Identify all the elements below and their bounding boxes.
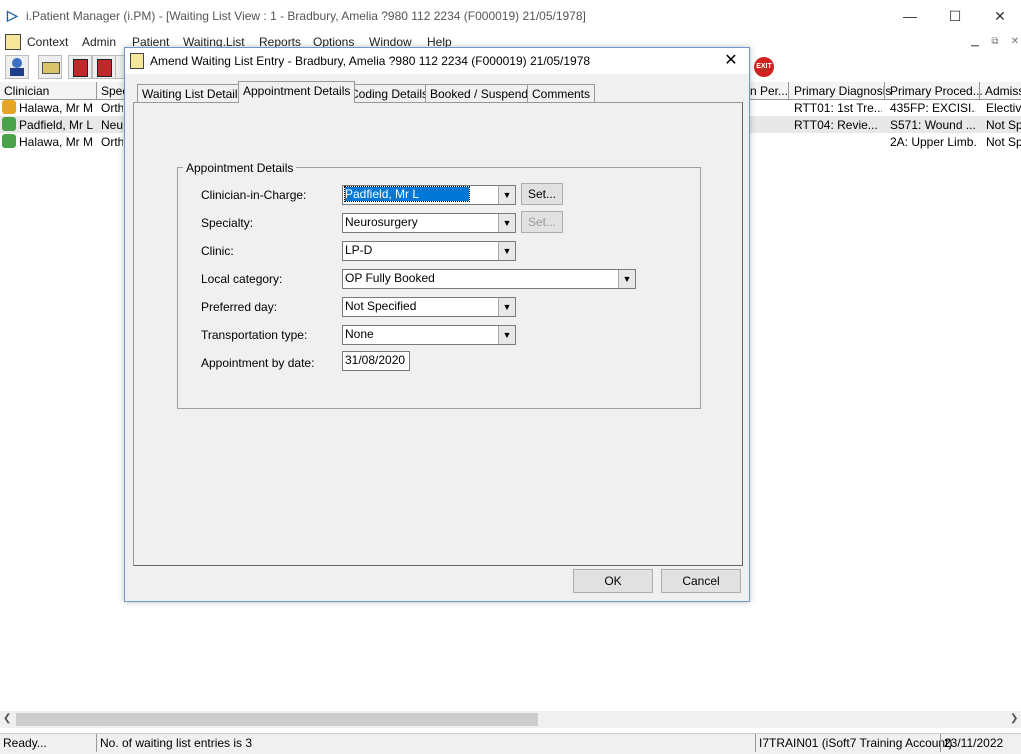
tab-booked-suspend[interactable]: Booked / Suspend bbox=[425, 84, 534, 103]
printer-icon[interactable] bbox=[38, 55, 62, 79]
chevron-down-icon[interactable]: ▼ bbox=[498, 326, 515, 344]
chevron-down-icon[interactable]: ▼ bbox=[498, 298, 515, 316]
preferred-day-label: Preferred day: bbox=[201, 300, 278, 314]
status-divider bbox=[940, 734, 941, 752]
app-titlebar: ▷ i.Patient Manager (i.PM) - [Waiting Li… bbox=[0, 0, 1021, 32]
mdi-minimize-icon[interactable]: ▁ bbox=[966, 34, 984, 50]
doctor-icon[interactable] bbox=[5, 55, 29, 79]
edit-book-icon[interactable] bbox=[92, 55, 116, 79]
cell-clinician: Padfield, Mr L bbox=[19, 118, 94, 132]
cell-procedure: 2A: Upper Limb... bbox=[890, 135, 976, 149]
status-ready: Ready... bbox=[3, 736, 47, 750]
chevron-down-icon[interactable]: ▼ bbox=[498, 242, 515, 260]
menu-context[interactable]: Context bbox=[27, 35, 68, 49]
dialog-titlebar: Amend Waiting List Entry - Bradbury, Ame… bbox=[125, 48, 749, 74]
patient-status-icon bbox=[2, 134, 16, 148]
clinician-value: Padfield, Mr L bbox=[343, 186, 471, 202]
clinic-value: LP-D bbox=[345, 243, 373, 257]
clinician-set-button[interactable]: Set... bbox=[521, 183, 563, 205]
scrollbar-thumb[interactable] bbox=[16, 713, 538, 726]
cancel-button[interactable]: Cancel bbox=[661, 569, 741, 593]
tab-coding-details[interactable]: Coding Details bbox=[345, 84, 434, 103]
local-category-value: OP Fully Booked bbox=[345, 271, 435, 285]
column-divider[interactable] bbox=[884, 82, 885, 99]
tab-comments[interactable]: Comments bbox=[527, 84, 596, 103]
tab-waiting-list-details[interactable]: Waiting List Details bbox=[137, 84, 249, 103]
status-divider bbox=[755, 734, 756, 752]
maximize-button[interactable]: ☐ bbox=[932, 4, 978, 28]
dialog-document-icon bbox=[130, 53, 144, 69]
status-entry-count: No. of waiting list entries is 3 bbox=[100, 736, 253, 750]
dialog-title: Amend Waiting List Entry - Bradbury, Ame… bbox=[150, 54, 591, 68]
book-icon[interactable] bbox=[68, 55, 92, 79]
cell-specialty: Neur bbox=[101, 118, 123, 132]
local-category-label: Local category: bbox=[201, 272, 283, 286]
scroll-left-icon[interactable]: ❮ bbox=[3, 713, 11, 724]
clinic-label: Clinic: bbox=[201, 244, 234, 258]
chevron-down-icon[interactable]: ▼ bbox=[498, 214, 515, 232]
specialty-value: Neurosurgery bbox=[345, 215, 418, 229]
cell-procedure: 435FP: EXCISI... bbox=[890, 101, 976, 115]
appt-date-label: Appointment by date: bbox=[201, 356, 315, 370]
appt-date-value: 31/08/2020 bbox=[345, 353, 406, 367]
column-primary-procedure[interactable]: Primary Proced... bbox=[890, 84, 983, 98]
menu-admin[interactable]: Admin bbox=[82, 35, 116, 49]
status-divider bbox=[96, 734, 97, 752]
patient-status-icon bbox=[2, 100, 16, 114]
mdi-restore-icon[interactable]: ⧉ bbox=[986, 34, 1004, 50]
specialty-select[interactable]: Neurosurgery ▼ bbox=[342, 213, 516, 233]
cell-admission: Elective bbox=[986, 101, 1021, 115]
cell-clinician: Halawa, Mr M bbox=[19, 135, 94, 149]
clinician-label: Clinician-in-Charge: bbox=[201, 188, 307, 202]
cell-procedure: S571: Wound ... bbox=[890, 118, 976, 132]
status-account: I7TRAIN01 (iSoft7 Training Account) bbox=[759, 736, 953, 750]
local-category-select[interactable]: OP Fully Booked ▼ bbox=[342, 269, 636, 289]
minimize-button[interactable]: — bbox=[887, 4, 933, 28]
cell-specialty: Ortho bbox=[101, 135, 123, 149]
app-logo-icon: ▷ bbox=[7, 7, 18, 23]
preferred-day-select[interactable]: Not Specified ▼ bbox=[342, 297, 516, 317]
mdi-document-icon[interactable] bbox=[5, 34, 21, 50]
status-date: 23/11/2022 bbox=[944, 736, 1004, 750]
column-period[interactable]: n Per... bbox=[750, 84, 788, 98]
transport-value: None bbox=[345, 327, 374, 341]
column-divider[interactable] bbox=[788, 82, 789, 99]
dialog-close-button[interactable]: ✕ bbox=[717, 50, 745, 72]
specialty-set-button[interactable]: Set... bbox=[521, 211, 563, 233]
transport-select[interactable]: None ▼ bbox=[342, 325, 516, 345]
chevron-down-icon[interactable]: ▼ bbox=[618, 270, 635, 288]
ok-button[interactable]: OK bbox=[573, 569, 653, 593]
mdi-close-icon[interactable]: ✕ bbox=[1006, 34, 1021, 50]
patient-status-icon bbox=[2, 117, 16, 131]
column-primary-diagnosis[interactable]: Primary Diagnosis bbox=[794, 84, 891, 98]
scroll-right-icon[interactable]: ❯ bbox=[1010, 713, 1018, 724]
column-divider[interactable] bbox=[979, 82, 980, 99]
close-button[interactable]: ✕ bbox=[977, 4, 1021, 28]
cell-specialty: Ortho bbox=[101, 101, 123, 115]
app-title: i.Patient Manager (i.PM) - [Waiting List… bbox=[26, 9, 586, 23]
amend-waiting-list-dialog: Amend Waiting List Entry - Bradbury, Ame… bbox=[124, 47, 750, 602]
chevron-down-icon[interactable]: ▼ bbox=[498, 186, 515, 204]
transport-label: Transportation type: bbox=[201, 328, 308, 342]
appt-date-input[interactable]: 31/08/2020 bbox=[342, 351, 410, 371]
cell-admission: Not Spe bbox=[986, 135, 1021, 149]
clinician-select[interactable]: Padfield, Mr L ▼ bbox=[342, 185, 516, 205]
clinic-select[interactable]: LP-D ▼ bbox=[342, 241, 516, 261]
cell-diagnosis: RTT04: Revie... bbox=[794, 118, 878, 132]
cell-clinician: Halawa, Mr M bbox=[19, 101, 94, 115]
column-clinician[interactable]: Clinician bbox=[4, 84, 49, 98]
cell-admission: Not Spe bbox=[986, 118, 1021, 132]
column-divider[interactable] bbox=[96, 82, 97, 99]
cell-diagnosis: RTT01: 1st Tre... bbox=[794, 101, 882, 115]
exit-button[interactable]: EXIT bbox=[754, 57, 774, 77]
specialty-label: Specialty: bbox=[201, 216, 254, 230]
preferred-day-value: Not Specified bbox=[345, 299, 417, 313]
column-admission[interactable]: Admissi bbox=[985, 84, 1021, 98]
tab-appointment-details[interactable]: Appointment Details bbox=[238, 81, 356, 103]
group-title: Appointment Details bbox=[183, 161, 297, 175]
